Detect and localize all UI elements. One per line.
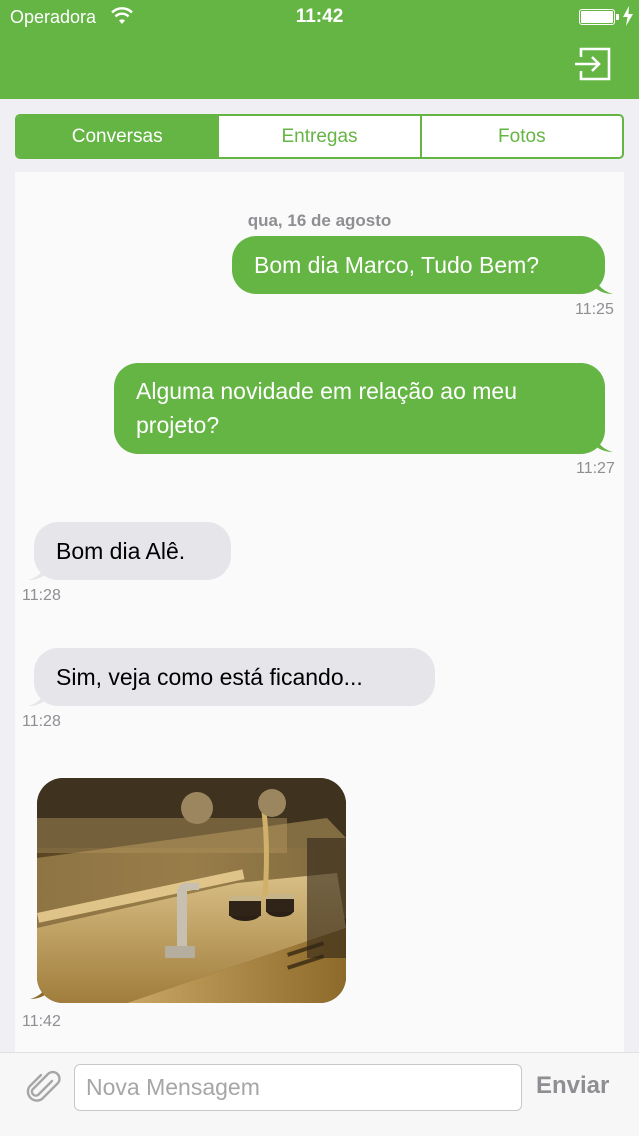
paperclip-icon[interactable] [26,1069,64,1107]
battery-icon [579,9,615,25]
bubble-tail [593,430,613,452]
message-time: 11:42 [22,1013,61,1030]
message-bubble-outgoing[interactable]: Alguma novidade em relação ao meu projet… [114,363,605,454]
bubble-tail [28,558,48,580]
tab-fotos[interactable]: Fotos [422,116,622,157]
message-text: Bom dia Alê. [56,538,186,564]
message-time: 11:25 [575,301,614,318]
message-time: 11:27 [576,460,615,477]
tab-bar: Conversas Entregas Fotos [15,114,624,159]
battery-tip [616,14,619,20]
chat-area[interactable]: qua, 16 de agosto Bom dia Marco, Tudo Be… [15,172,624,1052]
tab-conversas[interactable]: Conversas [17,116,220,157]
message-input[interactable] [74,1064,522,1111]
send-button[interactable]: Enviar [536,1072,609,1100]
bubble-tail [28,684,48,706]
chat-date: qua, 16 de agosto [247,211,392,230]
bathroom-sink-photo [37,778,346,1003]
tab-entregas[interactable]: Entregas [219,116,422,157]
message-text: Sim, veja como está ficando... [56,664,363,690]
status-time: 11:42 [295,6,344,27]
message-photo[interactable] [37,778,346,1003]
message-bubble-outgoing[interactable]: Bom dia Marco, Tudo Bem? [232,236,605,294]
message-text: Bom dia Marco, Tudo Bem? [254,252,540,278]
message-time: 11:28 [22,587,61,604]
bubble-tail [593,272,613,294]
message-time: 11:28 [22,713,61,730]
message-composer: Enviar [0,1052,639,1136]
app-header: Operadora 11:42 [0,0,639,99]
message-bubble-incoming[interactable]: Sim, veja como está ficando... [34,648,435,706]
message-bubble-incoming[interactable]: Bom dia Alê. [34,522,231,580]
status-bar: Operadora 11:42 [0,0,639,34]
message-text-line: Alguma novidade em relação ao meu [136,378,518,404]
charging-bolt-icon [623,6,633,26]
logout-icon[interactable] [573,45,613,83]
message-text-line: projeto? [136,412,220,438]
